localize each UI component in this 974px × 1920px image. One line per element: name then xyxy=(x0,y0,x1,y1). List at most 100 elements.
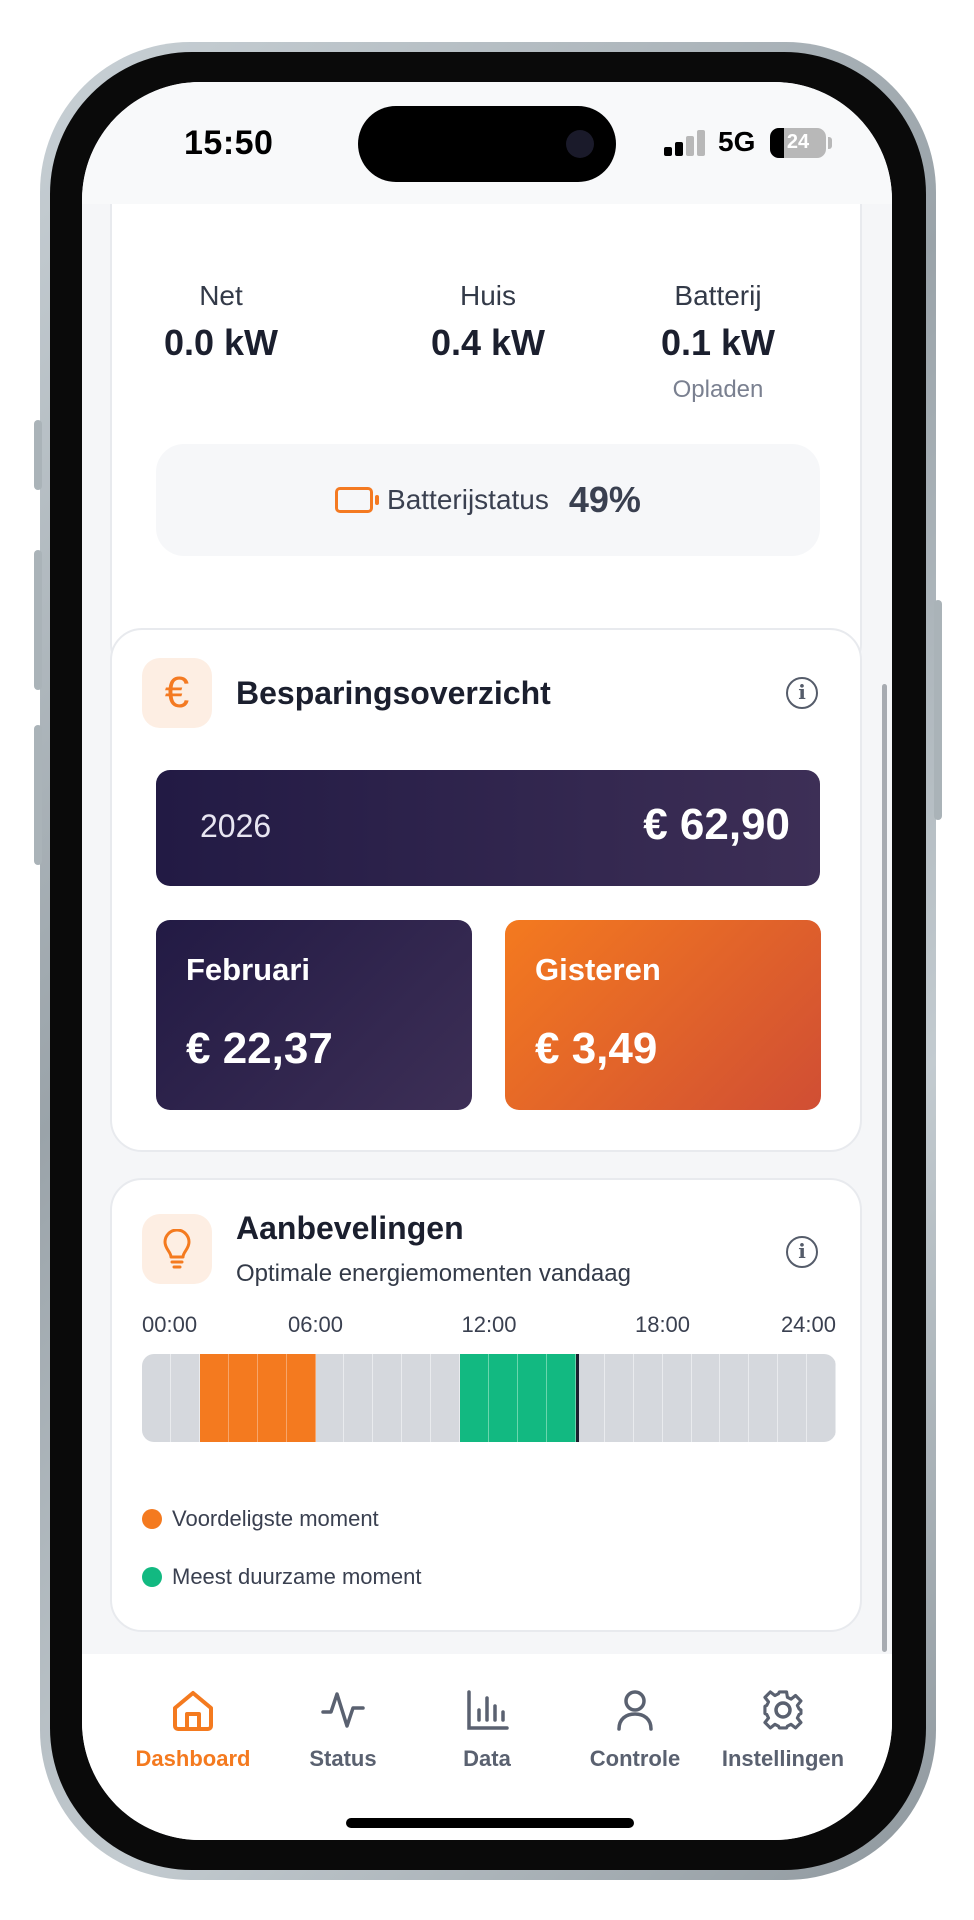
status-bar: 15:50 5G 24 xyxy=(82,82,892,204)
legend-greenest: Meest duurzame moment xyxy=(142,1564,421,1590)
orange-dot-icon xyxy=(142,1509,162,1529)
legend-cheapest-label: Voordeligste moment xyxy=(172,1506,379,1531)
timeline-slot[interactable] xyxy=(402,1354,432,1442)
info-icon[interactable]: i xyxy=(786,677,818,709)
user-icon xyxy=(617,1690,653,1731)
timeline-slot-greenest[interactable] xyxy=(546,1354,576,1442)
green-dot-icon xyxy=(142,1567,162,1587)
timeline-axis: 00:00 06:00 12:00 18:00 24:00 xyxy=(142,1312,836,1342)
savings-title: Besparingsoverzicht xyxy=(236,675,551,711)
tab-controle[interactable]: Controle xyxy=(560,1686,710,1772)
battery-value: 0.1 kW xyxy=(660,322,776,363)
energy-flow-card: Net 0.0 kW Huis 0.4 kW Batterij 0.1 kW O… xyxy=(110,82,862,676)
home-icon xyxy=(173,1691,213,1731)
timeline-slot-greenest[interactable] xyxy=(460,1354,490,1442)
month-amount: € 22,37 xyxy=(186,1024,333,1073)
scrollbar[interactable] xyxy=(882,684,887,1652)
timeline-slot-greenest[interactable] xyxy=(489,1354,518,1442)
time-label: 06:00 xyxy=(287,1312,344,1337)
yesterday-label: Gisteren xyxy=(535,952,661,987)
volume-down-button xyxy=(34,725,42,865)
tab-label: Data xyxy=(463,1746,511,1771)
activity-icon xyxy=(321,1692,365,1728)
battery-status-pill[interactable]: Batterijstatus 49% xyxy=(156,444,820,556)
action-button xyxy=(34,420,42,490)
tab-status[interactable]: Status xyxy=(268,1686,418,1772)
legend-greenest-label: Meest duurzame moment xyxy=(172,1564,422,1589)
timeline-slot[interactable] xyxy=(634,1354,663,1442)
bottom-nav: Dashboard Status Data Controle Instellin… xyxy=(82,1654,892,1840)
timeline-slot-cheapest[interactable] xyxy=(228,1354,258,1442)
tab-label: Instellingen xyxy=(721,1746,845,1771)
tab-dashboard[interactable]: Dashboard xyxy=(118,1686,268,1772)
timeline-slot-cheapest[interactable] xyxy=(199,1354,229,1442)
timeline-slot-cheapest[interactable] xyxy=(257,1354,287,1442)
gear-icon xyxy=(763,1690,803,1730)
legend-cheapest: Voordeligste moment xyxy=(142,1506,379,1532)
info-icon[interactable]: i xyxy=(786,1236,818,1268)
power-button xyxy=(934,600,942,820)
tab-instellingen[interactable]: Instellingen xyxy=(708,1686,858,1772)
lightbulb-icon xyxy=(142,1214,212,1284)
timeline-slot-greenest[interactable] xyxy=(517,1354,547,1442)
recommendations-title: Aanbevelingen xyxy=(236,1210,464,1246)
volume-up-button xyxy=(34,550,42,690)
yesterday-savings-box[interactable]: Gisteren € 3,49 xyxy=(505,920,821,1110)
grid-value: 0.0 kW xyxy=(163,322,279,363)
timeline-slot[interactable] xyxy=(431,1354,461,1442)
timeline-slot[interactable] xyxy=(576,1354,605,1442)
home-indicator[interactable] xyxy=(346,1818,634,1828)
time-label: 24:00 xyxy=(780,1312,836,1337)
clock: 15:50 xyxy=(184,124,274,162)
timeline-slot[interactable] xyxy=(344,1354,374,1442)
recommendations-card: Aanbevelingen Optimale energiemomenten v… xyxy=(110,1178,862,1632)
timeline-slot[interactable] xyxy=(316,1354,345,1442)
battery-level-icon: 24 xyxy=(770,128,826,158)
battery-icon xyxy=(335,487,380,513)
time-label: 12:00 xyxy=(461,1312,517,1337)
timeline-slot[interactable] xyxy=(171,1354,200,1442)
timeline-slot[interactable] xyxy=(807,1354,836,1442)
dynamic-island xyxy=(358,106,616,182)
timeline-slot[interactable] xyxy=(373,1354,403,1442)
camera-icon xyxy=(566,130,594,158)
battery-status-label: Batterijstatus xyxy=(387,484,549,515)
timeline-slot[interactable] xyxy=(605,1354,634,1442)
time-label: 18:00 xyxy=(634,1312,691,1337)
year-amount: € 62,90 xyxy=(643,800,790,849)
screen: Net 0.0 kW Huis 0.4 kW Batterij 0.1 kW O… xyxy=(82,82,892,1840)
recommendations-subtitle: Optimale energiemomenten vandaag xyxy=(236,1260,631,1287)
timeline-slot[interactable] xyxy=(778,1354,808,1442)
timeline-slot[interactable] xyxy=(692,1354,721,1442)
battery-label: Batterij xyxy=(674,280,762,311)
month-label: Februari xyxy=(186,952,311,987)
current-time-marker xyxy=(575,1354,579,1442)
grid-stat: Net 0.0 kW xyxy=(111,280,331,364)
battery-substatus: Opladen xyxy=(672,376,764,403)
euro-icon: € xyxy=(142,658,212,728)
house-label: Huis xyxy=(459,280,516,311)
battery-nub xyxy=(828,137,832,149)
energy-timeline[interactable] xyxy=(142,1354,836,1442)
year-savings-box[interactable]: 2026 € 62,90 xyxy=(156,770,820,886)
house-value: 0.4 kW xyxy=(430,322,546,363)
tab-data[interactable]: Data xyxy=(412,1686,562,1772)
network-type: 5G xyxy=(718,126,756,157)
tab-label: Controle xyxy=(589,1746,681,1771)
month-savings-box[interactable]: Februari € 22,37 xyxy=(156,920,472,1110)
battery-stat: Batterij 0.1 kW Opladen xyxy=(608,280,828,404)
signal-icon xyxy=(664,130,708,156)
timeline-slot[interactable] xyxy=(663,1354,692,1442)
timeline-slot[interactable] xyxy=(749,1354,779,1442)
timeline-slot[interactable] xyxy=(142,1354,171,1442)
timeline-slot-cheapest[interactable] xyxy=(286,1354,316,1442)
time-label: 00:00 xyxy=(142,1312,198,1337)
battery-status-value: 49% xyxy=(568,479,641,520)
tab-label: Dashboard xyxy=(135,1746,251,1771)
timeline-slot[interactable] xyxy=(720,1354,750,1442)
scroll-content[interactable]: Net 0.0 kW Huis 0.4 kW Batterij 0.1 kW O… xyxy=(82,82,892,1840)
tab-label: Status xyxy=(309,1746,377,1771)
battery-percent: 24 xyxy=(786,131,810,153)
bar-chart-icon xyxy=(467,1690,509,1730)
year-label: 2026 xyxy=(200,808,272,844)
